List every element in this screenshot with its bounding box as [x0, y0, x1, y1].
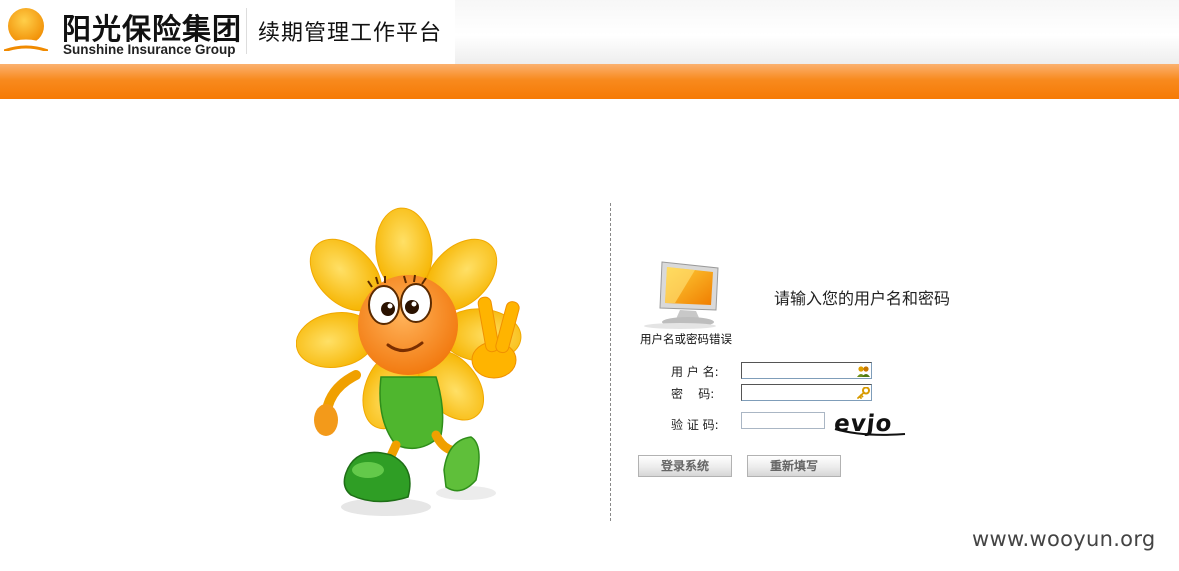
company-name-en: Sunshine Insurance Group — [63, 42, 236, 57]
username-input[interactable] — [741, 362, 872, 379]
username-label: 用 户 名: — [671, 365, 719, 379]
login-button[interactable]: 登录系统 — [638, 455, 732, 477]
company-logo: 阳光保险集团 Sunshine Insurance Group 续期管理工作平台 — [0, 0, 455, 64]
header: 阳光保险集团 Sunshine Insurance Group 续期管理工作平台 — [0, 0, 1179, 64]
reset-button[interactable]: 重新填写 — [747, 455, 841, 477]
password-label: 密 码: — [671, 387, 715, 401]
error-message: 用户名或密码错误 — [640, 332, 732, 346]
platform-title: 续期管理工作平台 — [258, 21, 443, 46]
sun-logo-icon — [4, 8, 48, 51]
captcha-label: 验 证 码: — [671, 418, 719, 432]
login-prompt: 请输入您的用户名和密码 — [774, 289, 951, 308]
orange-banner — [0, 64, 1179, 99]
password-input[interactable] — [741, 384, 872, 401]
logo-divider — [246, 8, 247, 54]
sunflower-mascot-illustration — [296, 207, 522, 516]
users-icon — [857, 366, 870, 377]
monitor-icon — [644, 261, 719, 329]
watermark-text: www.wooyun.org — [972, 527, 1156, 551]
captcha-image[interactable]: evjo — [833, 407, 908, 441]
key-icon — [857, 387, 870, 399]
vertical-divider — [610, 203, 611, 521]
captcha-input[interactable] — [741, 412, 825, 429]
